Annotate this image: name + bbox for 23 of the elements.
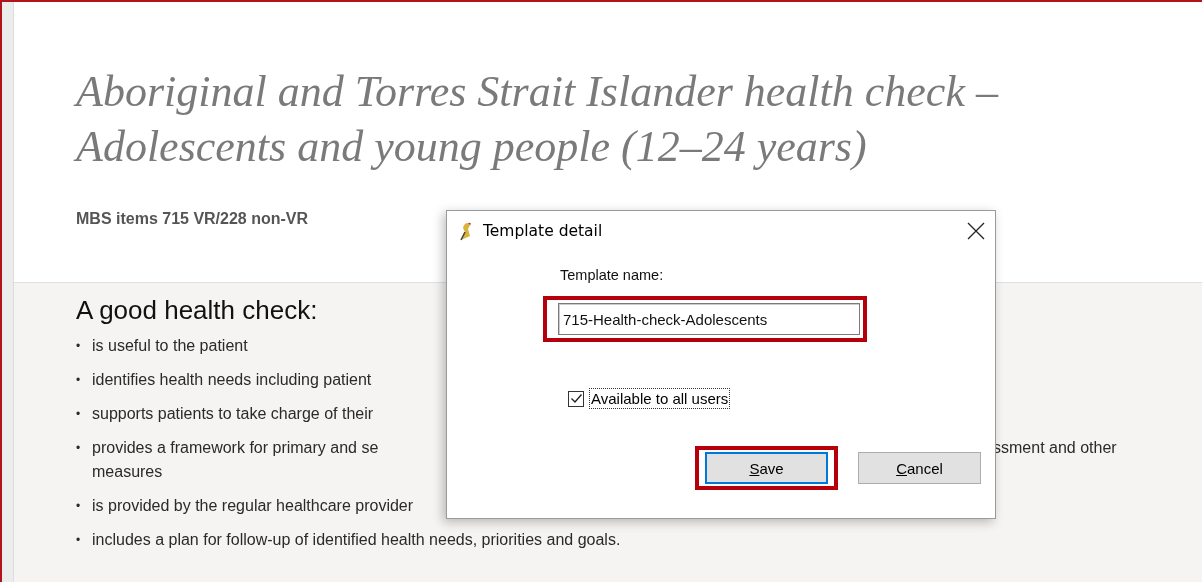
template-name-field[interactable]: 715-Health-check-Adolescents xyxy=(558,303,860,335)
bullet-icon: • xyxy=(76,334,81,358)
checkbox[interactable] xyxy=(568,390,584,407)
bullet-icon: • xyxy=(76,528,81,552)
dialog-button[interactable]: Save xyxy=(705,452,828,484)
list-item-text: is useful to the patient xyxy=(92,336,248,356)
close-icon[interactable] xyxy=(967,222,985,240)
list-item-text: identifies health needs including patient xyxy=(92,370,372,390)
dialog-button[interactable]: Cancel xyxy=(858,452,981,484)
bullet-icon: • xyxy=(76,494,81,518)
section-title: A good health check: xyxy=(76,295,318,326)
list-item-text: is provided by the regular healthcare provider xyxy=(92,496,414,516)
bullet-icon: • xyxy=(76,368,81,392)
list-item-text: provides a framework for primary and se xyxy=(92,438,379,458)
page-subtitle: MBS items 715 VR/228 non-VR xyxy=(76,210,310,228)
list-item-text: includes a plan for follow-up of identified health needs, priorities and goals. xyxy=(92,530,621,550)
bullet-icon: • xyxy=(76,402,81,426)
field-label: Template name: xyxy=(560,267,665,283)
dialog-title: Template detail xyxy=(483,222,604,240)
checkbox-label[interactable]: Available to all users xyxy=(590,389,730,408)
list-item-text: measures xyxy=(92,462,163,482)
list-item-text: supports patients to take charge of their xyxy=(92,404,374,424)
bullet-icon: • xyxy=(76,436,81,460)
